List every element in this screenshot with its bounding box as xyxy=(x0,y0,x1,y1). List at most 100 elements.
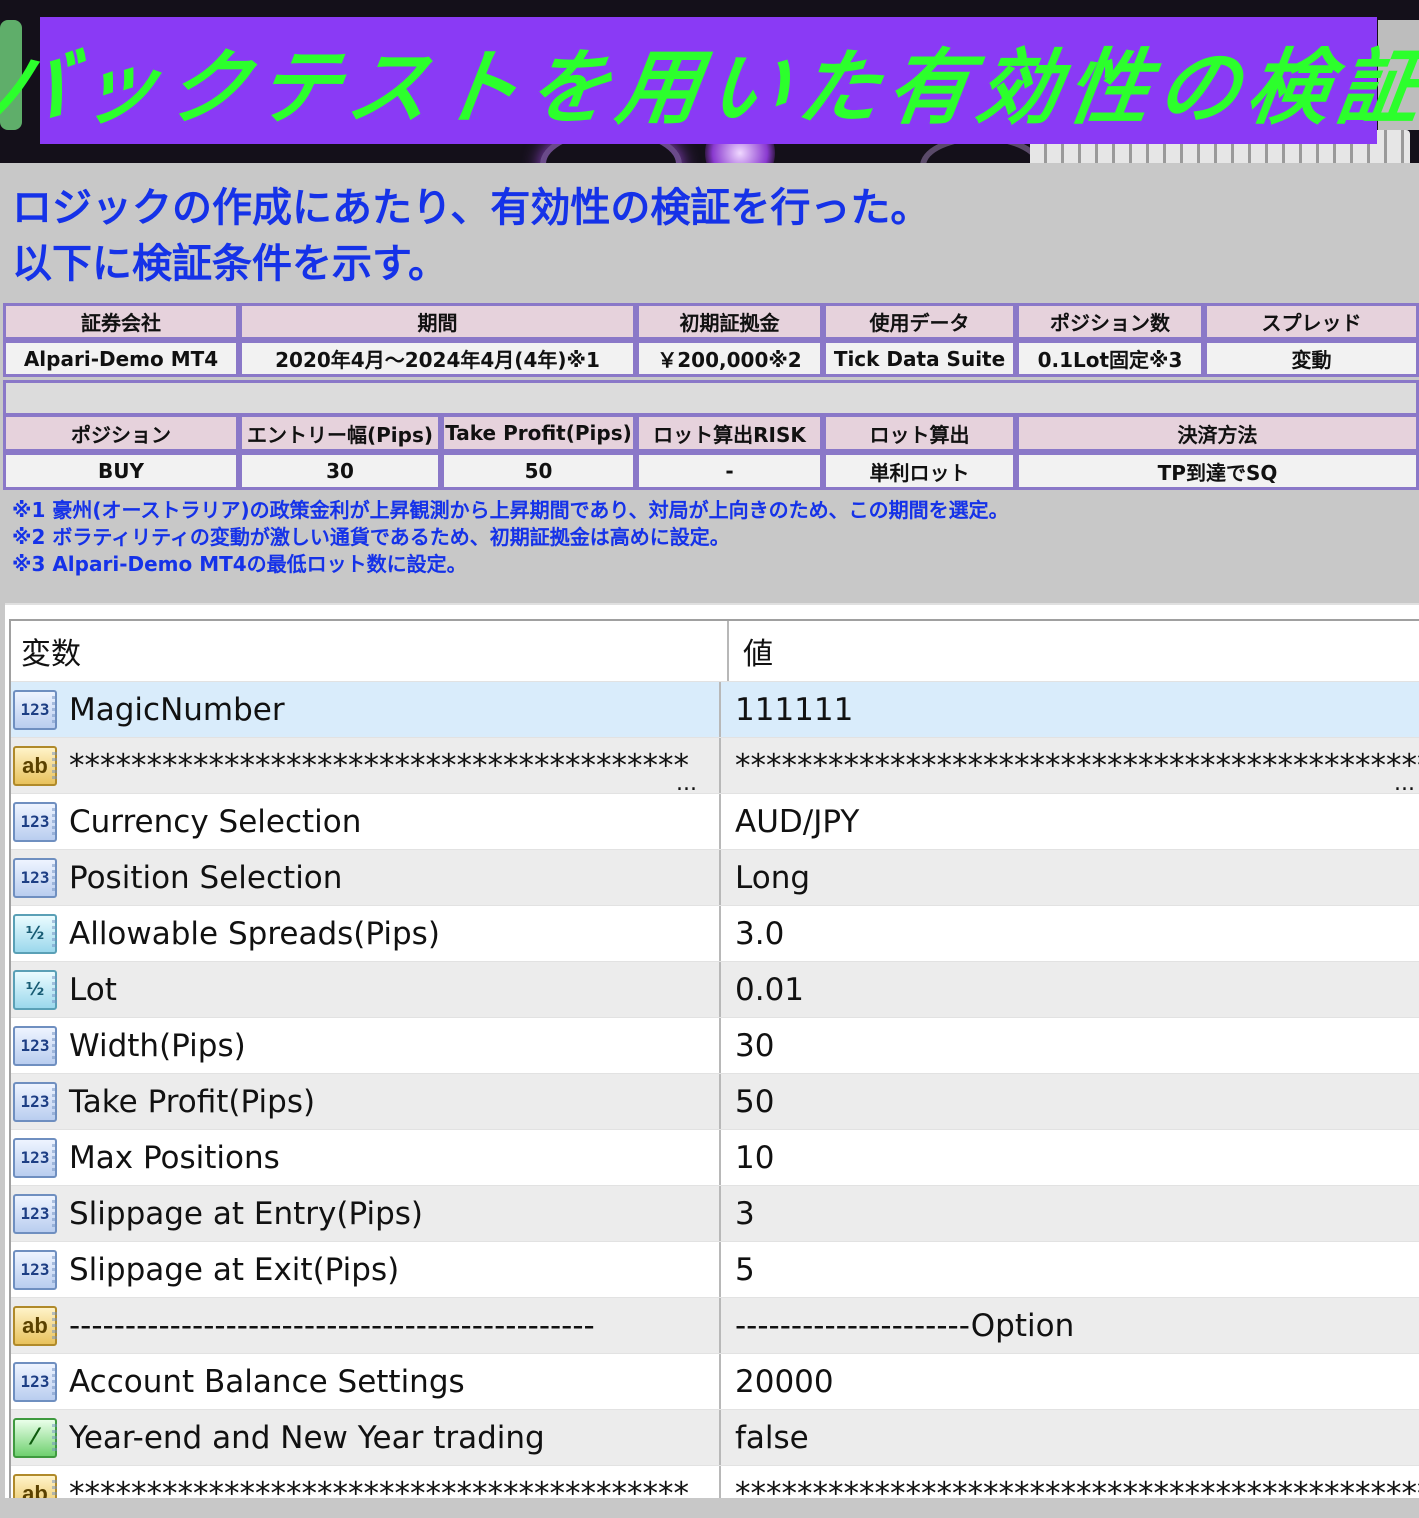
parameter-value-cell[interactable]: 10 xyxy=(721,1130,1419,1185)
header-cell-take-profit: Take Profit(Pips) xyxy=(441,414,636,452)
parameter-value: AUD/JPY xyxy=(735,803,860,840)
parameter-value-cell[interactable]: 111111 xyxy=(721,682,1419,737)
footnotes: ※1 豪州(オーストラリア)の政策金利が上昇観測から上昇期間であり、対局が上向き… xyxy=(12,497,1009,578)
parameter-value: 20000 xyxy=(735,1363,834,1400)
parameter-row[interactable]: ⁄ Year-end and New Year trading false xyxy=(11,1410,1419,1466)
parameter-value-cell[interactable]: Long xyxy=(721,850,1419,905)
parameter-value-cell[interactable]: 3.0 xyxy=(721,906,1419,961)
parameter-name-cell[interactable]: 123 Account Balance Settings xyxy=(11,1354,721,1409)
conditions-header-row: 証券会社 期間 初期証拠金 使用データ ポジション数 スプレッド xyxy=(3,303,1419,340)
banner-title-box: バックテストを用いた有効性の検証 xyxy=(0,17,1419,144)
parameter-row[interactable]: ab --------------------------------------… xyxy=(11,1298,1419,1354)
truncation-ellipsis: ... xyxy=(676,771,697,794)
banner: バックテストを用いた有効性の検証 xyxy=(0,0,1419,163)
boolean-type-icon: ⁄ xyxy=(13,1417,57,1458)
parameter-row[interactable]: 123 Slippage at Entry(Pips) 3 xyxy=(11,1186,1419,1242)
parameter-value: false xyxy=(735,1419,809,1456)
parameter-value: 3.0 xyxy=(735,915,785,952)
parameter-row[interactable]: 123 Slippage at Exit(Pips) 5 xyxy=(11,1242,1419,1298)
parameter-name: **************************************** xyxy=(69,1475,689,1499)
parameter-name-cell[interactable]: 123 Position Selection xyxy=(11,850,721,905)
value-cell-lot-risk: - xyxy=(636,452,823,490)
parameter-name-cell[interactable]: 123 MagicNumber xyxy=(11,682,721,737)
parameter-row[interactable]: 123 Account Balance Settings 20000 xyxy=(11,1354,1419,1410)
parameter-value-cell[interactable]: ****************************************… xyxy=(721,1466,1419,1499)
value-cell-lot-calc: 単利ロット xyxy=(823,452,1016,490)
parameter-name-cell[interactable]: 123 Slippage at Entry(Pips) xyxy=(11,1186,721,1241)
parameter-name-cell[interactable]: 123 Currency Selection xyxy=(11,794,721,849)
parameter-name: MagicNumber xyxy=(69,691,285,728)
intro-text: ロジックの作成にあたり、有効性の検証を行った。 以下に検証条件を示す。 xyxy=(12,180,930,292)
value-cell-broker: Alpari-Demo MT4 xyxy=(3,340,239,377)
parameter-name-cell[interactable]: ab **************************************… xyxy=(11,738,721,793)
value-cell-spread: 変動 xyxy=(1204,340,1419,377)
parameter-value: 111111 xyxy=(735,691,854,728)
parameter-name: Allowable Spreads(Pips) xyxy=(69,915,440,952)
header-cell-period: 期間 xyxy=(239,303,636,340)
value-cell-data-source: Tick Data Suite xyxy=(823,340,1016,377)
header-cell-position: ポジション xyxy=(3,414,239,452)
parameter-row[interactable]: ½ Lot 0.01 xyxy=(11,962,1419,1018)
parameter-row[interactable]: ab **************************************… xyxy=(11,738,1419,794)
parameter-name-cell[interactable]: ab **************************************… xyxy=(11,1466,721,1498)
header-cell-broker: 証券会社 xyxy=(3,303,239,340)
parameter-row[interactable]: ab **************************************… xyxy=(11,1466,1419,1498)
parameter-value: 0.01 xyxy=(735,971,805,1008)
parameter-row[interactable]: 123 Max Positions 10 xyxy=(11,1130,1419,1186)
parameter-value-cell[interactable]: 50 xyxy=(721,1074,1419,1129)
integer-type-icon: 123 xyxy=(13,1361,57,1402)
header-cell-lot-risk: ロット算出RISK xyxy=(636,414,823,452)
parameter-value-cell[interactable]: ****************************************… xyxy=(721,738,1419,794)
table-spacer-row xyxy=(3,380,1419,416)
parameter-name-cell[interactable]: ½ Allowable Spreads(Pips) xyxy=(11,906,721,961)
parameter-name: ----------------------------------------… xyxy=(69,1307,595,1344)
conditions-value-row: BUY 30 50 - 単利ロット TP到達でSQ xyxy=(3,452,1419,490)
parameter-name-cell[interactable]: 123 Width(Pips) xyxy=(11,1018,721,1073)
parameter-name-cell[interactable]: ½ Lot xyxy=(11,962,721,1017)
parameter-name-cell[interactable]: 123 Max Positions xyxy=(11,1130,721,1185)
parameter-row[interactable]: 123 Currency Selection AUD/JPY xyxy=(11,794,1419,850)
intro-line-1: ロジックの作成にあたり、有効性の検証を行った。 xyxy=(12,185,931,231)
parameter-value-cell[interactable]: ---------------------Option xyxy=(721,1298,1419,1353)
parameter-row[interactable]: ½ Allowable Spreads(Pips) 3.0 xyxy=(11,906,1419,962)
parameter-value-cell[interactable]: 30 xyxy=(721,1018,1419,1073)
parameter-name: Account Balance Settings xyxy=(69,1363,465,1400)
parameter-value-cell[interactable]: false xyxy=(721,1410,1419,1465)
parameter-value-cell[interactable]: 20000 xyxy=(721,1354,1419,1409)
integer-type-icon: 123 xyxy=(13,1193,57,1234)
parameter-name-cell[interactable]: ⁄ Year-end and New Year trading xyxy=(11,1410,721,1465)
parameter-row[interactable]: 123 MagicNumber 111111 xyxy=(11,682,1419,738)
truncation-ellipsis: ... xyxy=(1394,771,1415,794)
value-cell-initial-margin: ￥200,000※2 xyxy=(636,340,823,377)
parameter-name-cell[interactable]: 123 Slippage at Exit(Pips) xyxy=(11,1242,721,1297)
parameter-value: 3 xyxy=(735,1195,755,1232)
parameter-name: Width(Pips) xyxy=(69,1027,246,1064)
parameter-value-cell[interactable]: AUD/JPY xyxy=(721,794,1419,849)
value-cell-position: BUY xyxy=(3,452,239,490)
footnote-2: ※2 ボラティリティの変動が激しい通貨であるため、初期証拠金は高めに設定。 xyxy=(12,525,730,549)
parameter-value-cell[interactable]: 5 xyxy=(721,1242,1419,1297)
column-header-variable[interactable]: 変数 xyxy=(11,621,729,681)
parameter-name-cell[interactable]: 123 Take Profit(Pips) xyxy=(11,1074,721,1129)
parameter-value-cell[interactable]: 3 xyxy=(721,1186,1419,1241)
header-cell-spread: スプレッド xyxy=(1204,303,1419,340)
parameter-row[interactable]: 123 Take Profit(Pips) 50 xyxy=(11,1074,1419,1130)
parameter-row[interactable]: 123 Position Selection Long xyxy=(11,850,1419,906)
page-title: バックテストを用いた有効性の検証 xyxy=(0,41,1419,136)
parameter-rows: 123 MagicNumber 111111 ab ******************… xyxy=(11,682,1419,1498)
parameter-value: Long xyxy=(735,859,811,896)
parameter-name: Max Positions xyxy=(69,1139,280,1176)
conditions-header-row: ポジション エントリー幅(Pips) Take Profit(Pips) ロット… xyxy=(3,414,1419,452)
parameter-name: Position Selection xyxy=(69,859,343,896)
parameter-name-cell[interactable]: ab --------------------------------------… xyxy=(11,1298,721,1353)
parameter-value: ****************************************… xyxy=(735,1475,1419,1499)
value-cell-exit-method: TP到達でSQ xyxy=(1016,452,1419,490)
parameter-value-cell[interactable]: 0.01 xyxy=(721,962,1419,1017)
column-header-value[interactable]: 値 xyxy=(729,621,1419,681)
header-cell-initial-margin: 初期証拠金 xyxy=(636,303,823,340)
footnote-3: ※3 Alpari-Demo MT4の最低ロット数に設定。 xyxy=(12,552,467,576)
integer-type-icon: 123 xyxy=(13,857,57,898)
parameter-row[interactable]: 123 Width(Pips) 30 xyxy=(11,1018,1419,1074)
parameter-name: Currency Selection xyxy=(69,803,362,840)
parameter-name: Lot xyxy=(69,971,117,1008)
